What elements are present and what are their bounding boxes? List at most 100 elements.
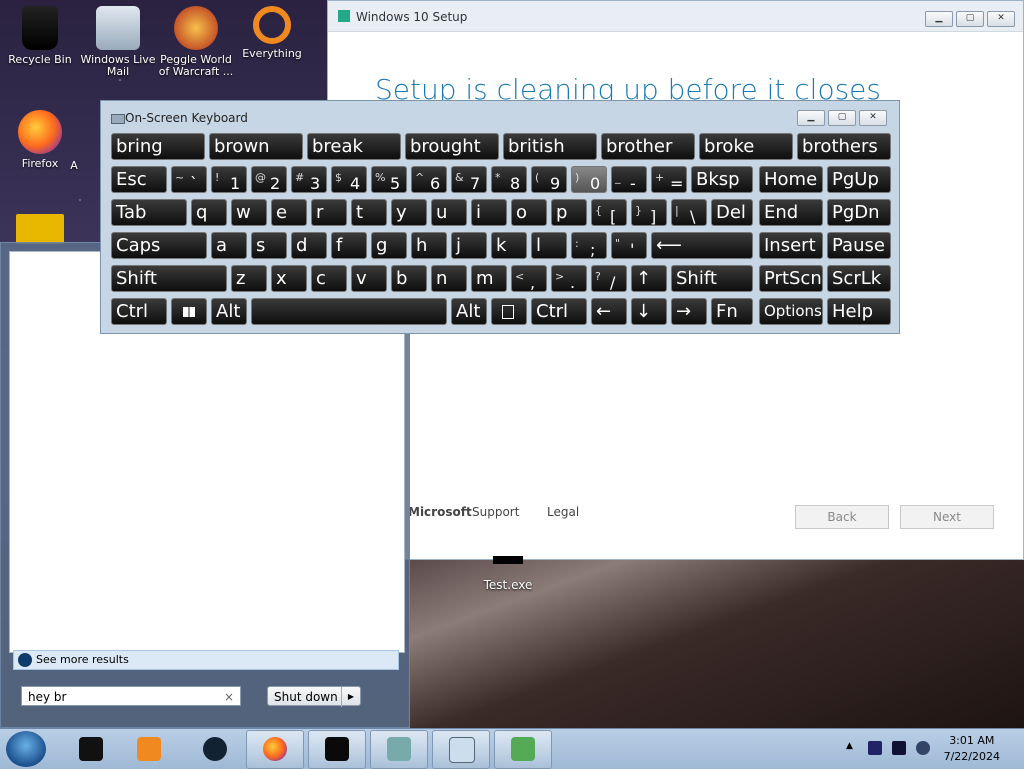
key-right-arrow[interactable]: → (671, 298, 707, 325)
close-button[interactable]: ✕ (987, 11, 1015, 27)
taskbar-app-1[interactable] (62, 730, 120, 769)
prediction-key[interactable]: bring (111, 133, 205, 160)
key-z[interactable]: z (231, 265, 267, 292)
clock[interactable]: 3:01 AM 7/22/2024 (944, 733, 1000, 765)
key-minus[interactable]: _ - (611, 166, 647, 193)
key-quote[interactable]: " ' (611, 232, 647, 259)
desktop-icon-peggle[interactable]: Peggle World of Warcraft ... (158, 6, 234, 78)
prediction-key[interactable]: brown (209, 133, 303, 160)
prediction-key[interactable]: broke (699, 133, 793, 160)
key-j[interactable]: j (451, 232, 487, 259)
prediction-key[interactable]: brother (601, 133, 695, 160)
key-period[interactable]: >. (551, 265, 587, 292)
desktop-icon-windows-live-mail[interactable]: Windows Live Mail (80, 6, 156, 78)
key-ctrl-left[interactable]: Ctrl (111, 298, 167, 325)
key-tab[interactable]: Tab (111, 199, 187, 226)
tray-volume-icon[interactable] (916, 741, 930, 755)
key-slash[interactable]: ? / (591, 265, 627, 292)
options-button[interactable]: Options (759, 298, 823, 325)
key-0[interactable]: ) 0 (571, 166, 607, 193)
key-k[interactable]: k (491, 232, 527, 259)
key-d[interactable]: d (291, 232, 327, 259)
tray-network-icon[interactable] (892, 741, 906, 755)
start-button[interactable] (6, 731, 46, 767)
key-up-arrow[interactable]: ↑ (631, 265, 667, 292)
taskbar-setup[interactable] (370, 730, 428, 769)
key-windows[interactable] (171, 298, 207, 325)
setup-titlebar[interactable]: Windows 10 Setup ▁ ▢ ✕ (328, 1, 1023, 32)
desktop-icon-test-exe[interactable]: Test.exe (478, 556, 538, 592)
key-c[interactable]: c (311, 265, 347, 292)
back-button[interactable]: Back (795, 505, 889, 529)
key-pgup[interactable]: PgUp (827, 166, 891, 193)
taskbar-monitor-app[interactable] (308, 730, 366, 769)
desktop-icon-recycle-bin[interactable]: Recycle Bin (2, 6, 78, 66)
key-f[interactable]: f (331, 232, 367, 259)
key-tilde[interactable]: ~ ` (171, 166, 207, 193)
key-r[interactable]: r (311, 199, 347, 226)
prediction-key[interactable]: british (503, 133, 597, 160)
legal-link[interactable]: Legal (547, 505, 579, 519)
key-p[interactable]: p (551, 199, 587, 226)
key-caps[interactable]: Caps (111, 232, 207, 259)
desktop-icon-a[interactable]: A (64, 160, 84, 172)
taskbar-firefox[interactable] (246, 730, 304, 769)
key-8[interactable]: * 8 (491, 166, 527, 193)
key-4[interactable]: $4 (331, 166, 367, 193)
taskbar-app-3[interactable] (186, 730, 244, 769)
key-backspace[interactable]: Bksp (691, 166, 753, 193)
tray-shield-icon[interactable] (868, 741, 882, 755)
key-semicolon[interactable]: :; (571, 232, 607, 259)
key-home[interactable]: Home (759, 166, 823, 193)
shutdown-options-arrow-icon[interactable]: ▶ (341, 687, 360, 707)
key-w[interactable]: w (231, 199, 267, 226)
taskbar-osk[interactable] (432, 730, 490, 769)
key-end[interactable]: End (759, 199, 823, 226)
key-v[interactable]: v (351, 265, 387, 292)
key-i[interactable]: i (471, 199, 507, 226)
key-t[interactable]: t (351, 199, 387, 226)
osk-close-button[interactable]: ✕ (859, 110, 887, 126)
key-pgdn[interactable]: PgDn (827, 199, 891, 226)
minimize-button[interactable]: ▁ (925, 11, 953, 27)
tray-expand-icon[interactable]: ▲ (846, 741, 853, 751)
key-m[interactable]: m (471, 265, 507, 292)
key-9[interactable]: (9 (531, 166, 567, 193)
support-link[interactable]: Support (472, 505, 519, 519)
key-s[interactable]: s (251, 232, 287, 259)
prediction-key[interactable]: brought (405, 133, 499, 160)
key-prtscn[interactable]: PrtScn (759, 265, 823, 292)
shutdown-button[interactable]: Shut down ▶ (267, 686, 361, 707)
search-input[interactable]: hey br × (21, 686, 241, 706)
key-e[interactable]: e (271, 199, 307, 226)
key-right-bracket[interactable]: }] (631, 199, 667, 226)
key-u[interactable]: u (431, 199, 467, 226)
key-6[interactable]: ^ 6 (411, 166, 447, 193)
key-esc[interactable]: Esc (111, 166, 167, 193)
key-alt-left[interactable]: Alt (211, 298, 247, 325)
osk-maximize-button[interactable]: ▢ (828, 110, 856, 126)
key-5[interactable]: % 5 (371, 166, 407, 193)
prediction-key[interactable]: brothers (797, 133, 891, 160)
key-1[interactable]: ! 1 (211, 166, 247, 193)
key-2[interactable]: @2 (251, 166, 287, 193)
key-b[interactable]: b (391, 265, 427, 292)
key-x[interactable]: x (271, 265, 307, 292)
key-shift-right[interactable]: Shift (671, 265, 753, 292)
key-left-arrow[interactable]: ← (591, 298, 627, 325)
key-comma[interactable]: <, (511, 265, 547, 292)
key-n[interactable]: n (431, 265, 467, 292)
key-down-arrow[interactable]: ↓ (631, 298, 667, 325)
key-equals[interactable]: + = (651, 166, 687, 193)
key-o[interactable]: o (511, 199, 547, 226)
next-button[interactable]: Next (900, 505, 994, 529)
key-alt-right[interactable]: Alt (451, 298, 487, 325)
maximize-button[interactable]: ▢ (956, 11, 984, 27)
desktop-icon-everything[interactable]: Everything (234, 6, 310, 60)
key-space[interactable] (251, 298, 447, 325)
key-del[interactable]: Del (711, 199, 753, 226)
key-shift-left[interactable]: Shift (111, 265, 227, 292)
key-pause[interactable]: Pause (827, 232, 891, 259)
key-insert[interactable]: Insert (759, 232, 823, 259)
see-more-results[interactable]: See more results (13, 650, 399, 670)
